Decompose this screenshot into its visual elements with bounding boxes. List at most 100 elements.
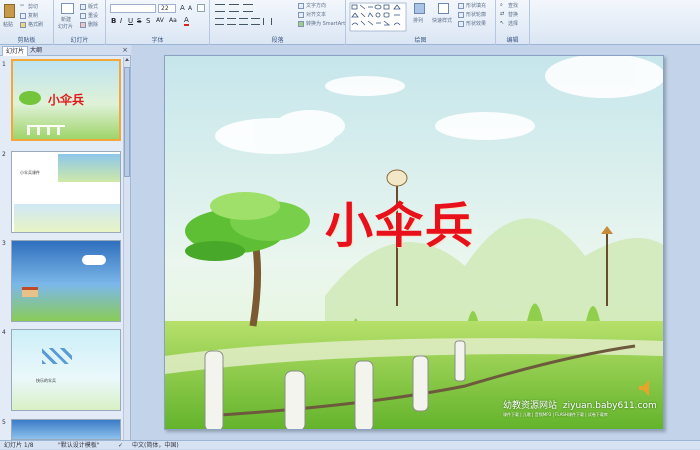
columns-icon[interactable] [263, 18, 272, 25]
copy-icon [20, 13, 26, 19]
text-direction-button[interactable]: 文字方向 [298, 2, 344, 10]
cut-label: 剪切 [28, 4, 39, 10]
slide-number-3: 3 [2, 240, 6, 247]
change-case-icon[interactable]: Aa [169, 17, 177, 24]
delete-button[interactable]: 删除 [80, 21, 104, 29]
font-color-icon[interactable]: A [184, 16, 189, 26]
align-left-icon[interactable] [215, 18, 224, 25]
reset-button[interactable]: 重设 [80, 12, 104, 20]
scissors-icon: ✂ [20, 3, 25, 9]
current-slide[interactable]: 小伞兵 幼教资源网站 ziyuan.baby611.com 课件下载 | 儿歌 … [164, 55, 664, 430]
site-subtitle: 课件下载 | 儿歌 | 音频MP3 | FLASH课件下载 | 试卷下载库 [503, 412, 608, 417]
paragraph-group-label: 段落 [271, 37, 284, 44]
slide-number-1: 1 [2, 61, 6, 68]
shrink-font-icon[interactable]: A [188, 5, 192, 12]
cursor-icon: ↖ [500, 20, 505, 26]
shadow-icon[interactable]: S [146, 17, 150, 25]
copy-button[interactable]: 复制 [20, 12, 50, 20]
close-icon[interactable]: × [122, 46, 128, 54]
align-text-icon [298, 12, 304, 18]
paragraph-group: 文字方向 对齐文本 转换为 SmartArt 段落 [210, 0, 346, 45]
clear-format-icon[interactable] [197, 4, 205, 12]
replace-label: 替换 [508, 12, 519, 18]
select-label: 选择 [508, 21, 519, 27]
slide-thumbnail-1[interactable]: 小伞兵 [11, 59, 121, 141]
align-right-icon[interactable] [239, 18, 248, 25]
drawing-group-label: 绘图 [414, 37, 427, 44]
align-text-label: 对齐文本 [306, 12, 327, 18]
bullets-icon[interactable] [215, 4, 225, 12]
delete-label: 删除 [88, 22, 99, 28]
slide-thumbnail-5[interactable] [11, 419, 121, 440]
thumb2-flowers [14, 204, 120, 232]
bold-icon[interactable]: B [111, 17, 116, 25]
replace-icon: ⇄ [500, 11, 505, 17]
slide-number-2: 2 [2, 151, 6, 158]
align-text-button[interactable]: 对齐文本 [298, 11, 344, 19]
slides-group-label: 幻灯片 [70, 37, 89, 44]
spacing-icon[interactable]: AV [156, 17, 164, 24]
shapes-gallery[interactable] [349, 2, 407, 32]
slide-number-4: 4 [2, 329, 6, 336]
slide-title[interactable]: 小伞兵 [325, 186, 475, 256]
clipboard-group: 粘贴 ✂ 剪切 复制 格式刷 剪贴板 [0, 0, 54, 45]
font-group: 22 A A B I U S S AV Aa A 字体 [106, 0, 210, 45]
reset-label: 重设 [88, 13, 99, 19]
italic-icon[interactable]: I [120, 17, 122, 25]
font-name-select[interactable] [110, 4, 156, 13]
shape-effects-label: 形状效果 [466, 21, 487, 27]
strikethrough-icon[interactable]: S [137, 17, 141, 25]
slides-pane: 幻灯片 大纲 × 1 小伞兵 2 小伞兵课件 3 4 快乐的伞兵 5 [0, 45, 131, 440]
fill-bucket-icon [458, 3, 464, 9]
tab-slides[interactable]: 幻灯片 [2, 46, 29, 56]
find-button[interactable]: ⌕ 查找 [500, 2, 528, 10]
cut-button[interactable]: ✂ 剪切 [20, 3, 50, 11]
underline-icon[interactable]: U [128, 17, 133, 25]
smartart-icon [298, 21, 304, 27]
new-slide-button[interactable]: 新建 幻灯片 [58, 2, 78, 34]
layout-label: 版式 [88, 4, 99, 10]
font-size-select[interactable]: 22 [158, 4, 176, 13]
justify-icon[interactable] [251, 18, 260, 25]
slide-thumbnail-4[interactable]: 快乐的伞兵 [11, 329, 121, 411]
slide-thumbnail-2[interactable]: 小伞兵课件 [11, 151, 121, 233]
thumb3-bg [12, 241, 120, 321]
slide-editor: 小伞兵 幼教资源网站 ziyuan.baby611.com 课件下载 | 儿歌 … [132, 45, 700, 440]
paste-icon [4, 4, 15, 18]
new-slide-label-2: 幻灯片 [58, 24, 74, 30]
grow-font-icon[interactable]: A [180, 4, 185, 12]
new-slide-icon [61, 3, 74, 14]
shape-effects-button[interactable]: 形状效果 [458, 20, 496, 28]
drawing-group: 排列 快速样式 形状填充 形状轮廓 形状效果 绘图 [346, 0, 496, 45]
scroll-thumb[interactable] [124, 67, 130, 177]
indent-icon[interactable] [243, 4, 253, 12]
clipboard-group-label: 剪贴板 [17, 37, 36, 44]
numbering-icon[interactable] [229, 4, 239, 12]
select-button[interactable]: ↖ 选择 [500, 20, 528, 28]
format-painter-button[interactable]: 格式刷 [20, 21, 52, 29]
layout-button[interactable]: 版式 [80, 3, 104, 11]
paste-button[interactable]: 粘贴 [3, 3, 17, 33]
text-direction-icon [298, 3, 304, 9]
binoculars-icon: ⌕ [500, 2, 503, 8]
smartart-button[interactable]: 转换为 SmartArt [298, 20, 345, 28]
text-direction-label: 文字方向 [306, 3, 327, 9]
arrange-icon [414, 3, 425, 14]
align-center-icon[interactable] [227, 18, 236, 25]
slides-group: 新建 幻灯片 版式 重设 删除 幻灯片 [54, 0, 106, 45]
replace-button[interactable]: ⇄ 替换 [500, 11, 528, 19]
thumb3-house [22, 287, 38, 297]
shape-outline-button[interactable]: 形状轮廓 [458, 11, 496, 19]
brush-icon [20, 22, 26, 28]
slide-number-5: 5 [2, 419, 6, 426]
delete-icon [80, 22, 86, 28]
shape-fill-label: 形状填充 [466, 3, 487, 9]
quick-styles-button[interactable]: 快速样式 [432, 2, 456, 32]
arrange-button[interactable]: 排列 [410, 2, 430, 32]
scroll-up-arrow-icon[interactable] [125, 58, 129, 61]
pane-scrollbar[interactable] [123, 57, 130, 440]
shape-outline-label: 形状轮廓 [466, 12, 487, 18]
slide-thumbnail-3[interactable] [11, 240, 121, 322]
tab-outline[interactable]: 大纲 [27, 46, 45, 56]
shape-fill-button[interactable]: 形状填充 [458, 2, 496, 10]
